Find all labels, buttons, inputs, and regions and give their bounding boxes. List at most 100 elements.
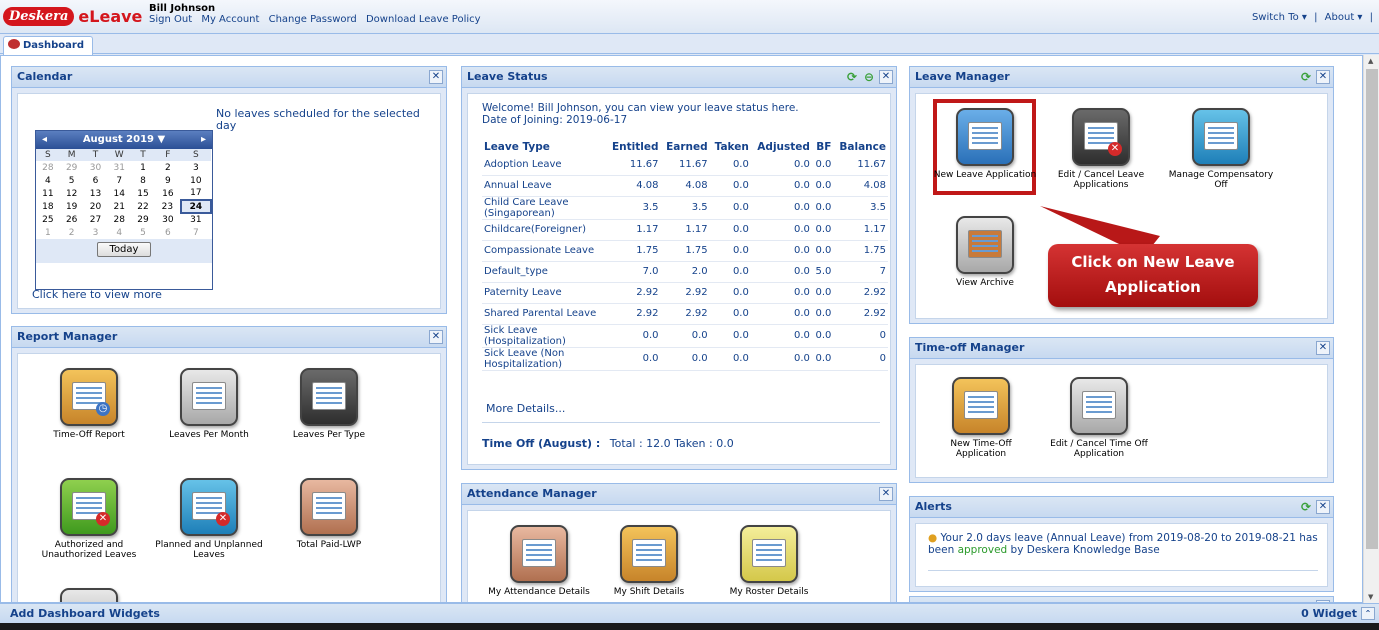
close-icon[interactable]: ✕ xyxy=(429,70,443,84)
calendar-day[interactable]: 1 xyxy=(36,226,60,239)
month-selector[interactable]: August 2019 ▼ xyxy=(83,134,165,145)
my-attendance-details-button[interactable]: My Attendance Details xyxy=(484,525,594,597)
calendar-day[interactable]: 29 xyxy=(131,213,155,226)
refresh-icon[interactable]: ⟳ xyxy=(1299,70,1313,84)
calendar-day[interactable]: 13 xyxy=(84,187,108,200)
switch-to-menu[interactable]: Switch To ▾ xyxy=(1252,12,1307,23)
change-password-link[interactable]: Change Password xyxy=(269,14,357,25)
planned-unplanned-button[interactable]: ✕ Planned and Unplanned Leaves xyxy=(154,478,264,560)
calendar-day[interactable]: 2 xyxy=(155,161,181,174)
table-row: Sick Leave (Hospitalization) 0.0 0.0 0.0 0.0… xyxy=(482,324,888,348)
view-more-link[interactable]: Click here to view more xyxy=(32,288,162,301)
calendar-day[interactable]: 11 xyxy=(36,187,60,200)
calendar-day[interactable]: 2 xyxy=(60,226,84,239)
today-button[interactable]: Today xyxy=(96,242,152,257)
calendar-day[interactable]: 21 xyxy=(107,200,131,213)
close-icon[interactable]: ✕ xyxy=(1316,70,1330,84)
calendar-day[interactable]: 27 xyxy=(84,213,108,226)
authorized-unauthorized-button[interactable]: ✕ Authorized and Unauthorized Leaves xyxy=(34,478,144,560)
calendar-day[interactable]: 29 xyxy=(60,161,84,174)
about-menu[interactable]: About ▾ xyxy=(1325,12,1363,23)
calendar-day[interactable]: 14 xyxy=(107,187,131,200)
close-icon[interactable]: ✕ xyxy=(429,330,443,344)
calendar-day[interactable]: 31 xyxy=(181,213,211,226)
calendar-day[interactable]: 7 xyxy=(181,226,211,239)
refresh-icon[interactable]: ⟳ xyxy=(1299,500,1313,514)
calendar-day[interactable]: 6 xyxy=(84,174,108,187)
close-icon[interactable]: ✕ xyxy=(879,70,893,84)
manage-compensatory-off-button[interactable]: Manage Compensatory Off xyxy=(1166,108,1276,190)
new-time-off-icon xyxy=(952,377,1010,435)
calendar-day[interactable]: 8 xyxy=(131,174,155,187)
leaves-per-type-button[interactable]: Leaves Per Type xyxy=(274,368,384,440)
user-info: Bill Johnson Sign Out My Account Change … xyxy=(149,3,487,25)
calendar-day[interactable]: 5 xyxy=(60,174,84,187)
leaves-per-month-button[interactable]: Leaves Per Month xyxy=(154,368,264,440)
calendar-day[interactable]: 7 xyxy=(107,174,131,187)
calendar-day[interactable]: 5 xyxy=(131,226,155,239)
calendar-day[interactable]: 9 xyxy=(155,174,181,187)
more-details-link[interactable]: More Details... xyxy=(486,402,565,415)
view-archive-button[interactable]: View Archive xyxy=(930,216,1040,288)
calendar-day[interactable]: 10 xyxy=(181,174,211,187)
my-roster-details-button[interactable]: My Roster Details xyxy=(714,525,824,597)
calendar-day[interactable]: 6 xyxy=(155,226,181,239)
calendar-day[interactable]: 28 xyxy=(107,213,131,226)
close-icon[interactable]: ✕ xyxy=(879,487,893,501)
calendar-day[interactable]: 16 xyxy=(155,187,181,200)
calendar-day[interactable]: 12 xyxy=(60,187,84,200)
calendar-day[interactable]: 1 xyxy=(131,161,155,174)
time-off-report-icon: ◷ xyxy=(60,368,118,426)
date-picker[interactable]: ◂ August 2019 ▼ ▸ S M T W T F S 28 29 30 31… xyxy=(35,130,213,290)
calendar-day[interactable]: 3 xyxy=(181,161,211,174)
time-off-report-button[interactable]: ◷ Time-Off Report xyxy=(34,368,144,440)
calendar-day-selected[interactable]: 24 xyxy=(179,199,213,214)
expand-up-icon[interactable]: ⌃ xyxy=(1361,607,1375,620)
calendar-day[interactable]: 28 xyxy=(36,161,60,174)
calendar-day[interactable]: 3 xyxy=(84,226,108,239)
calendar-day[interactable]: 4 xyxy=(107,226,131,239)
calendar-day[interactable]: 4 xyxy=(36,174,60,187)
close-icon[interactable]: ✕ xyxy=(1316,341,1330,355)
edit-cancel-time-off-button[interactable]: Edit / Cancel Time Off Application xyxy=(1044,377,1154,459)
add-dashboard-widgets-link[interactable]: Add Dashboard Widgets xyxy=(10,604,160,623)
timeoff-manager-title: Time-off Manager xyxy=(915,341,1025,354)
authorized-unauthorized-icon: ✕ xyxy=(60,478,118,536)
next-month-icon[interactable]: ▸ xyxy=(201,131,206,149)
my-shift-details-button[interactable]: My Shift Details xyxy=(594,525,704,597)
scroll-down-icon[interactable]: ▼ xyxy=(1368,593,1373,601)
collapse-icon[interactable]: ⊖ xyxy=(862,70,876,84)
download-leave-policy-link[interactable]: Download Leave Policy xyxy=(366,14,481,25)
scrollbar-thumb[interactable] xyxy=(1366,69,1378,549)
total-paid-lwp-icon xyxy=(300,478,358,536)
leave-value-cell: 0.0 xyxy=(709,324,751,348)
calendar-day[interactable]: 22 xyxy=(131,200,155,213)
calendar-day[interactable]: 30 xyxy=(84,161,108,174)
edit-cancel-leave-button[interactable]: ✕ Edit / Cancel Leave Applications xyxy=(1046,108,1156,190)
calendar-day[interactable]: 26 xyxy=(60,213,84,226)
calendar-day[interactable]: 17 xyxy=(181,187,211,200)
vertical-scrollbar[interactable]: ▲ ▼ xyxy=(1363,55,1379,603)
calendar-day[interactable]: 23 xyxy=(155,200,181,213)
tab-dashboard[interactable]: Dashboard xyxy=(3,36,93,55)
calendar-day[interactable]: 25 xyxy=(36,213,60,226)
new-leave-application-button[interactable]: New Leave Application xyxy=(930,108,1040,180)
calendar-day[interactable]: 15 xyxy=(131,187,155,200)
scroll-up-icon[interactable]: ▲ xyxy=(1368,57,1373,65)
refresh-icon[interactable]: ⟳ xyxy=(845,70,859,84)
close-icon[interactable]: ✕ xyxy=(1316,500,1330,514)
calendar-day[interactable]: 19 xyxy=(60,200,84,213)
leave-value-cell: 1.75 xyxy=(606,240,661,262)
calendar-day[interactable]: 30 xyxy=(155,213,181,226)
welcome-message: Welcome! Bill Johnson, you can view your… xyxy=(482,102,799,114)
report-icon-partial[interactable] xyxy=(34,588,144,602)
calendar-day[interactable]: 18 xyxy=(36,200,60,213)
prev-month-icon[interactable]: ◂ xyxy=(42,131,47,149)
total-paid-lwp-button[interactable]: Total Paid-LWP xyxy=(274,478,384,550)
calendar-day[interactable]: 20 xyxy=(84,200,108,213)
new-time-off-application-button[interactable]: New Time-Off Application xyxy=(926,377,1036,459)
my-account-link[interactable]: My Account xyxy=(201,14,259,25)
column-header: BF xyxy=(816,141,832,153)
sign-out-link[interactable]: Sign Out xyxy=(149,14,192,25)
calendar-day[interactable]: 31 xyxy=(107,161,131,174)
